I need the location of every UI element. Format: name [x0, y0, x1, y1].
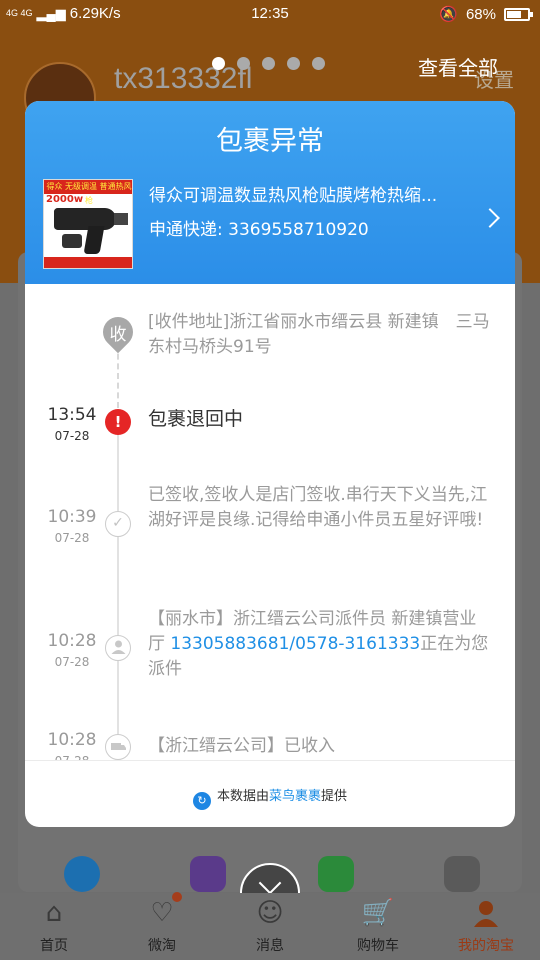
dialog-header[interactable]: 包裹异常 得众 无级调温 普通热风枪 2000w 得众可调温数显热风枪贴膜烤枪热…: [25, 101, 515, 284]
tracking-number: 申通快递: 3369558710920: [149, 220, 369, 240]
entry-text: 【丽水市】浙江缙云公司派件员 新建镇营业厅 13305883681/0578-3…: [148, 607, 492, 682]
nav-label: 我的淘宝: [458, 938, 514, 954]
bottom-navigation: ⌂ 首页 ♡ 微淘 ☺ 消息 🛒 购物车 我的淘宝: [0, 893, 540, 960]
status-bar: 4G 4G ▂▄▆ 6.29K/s 12:35 🔕 68%: [0, 0, 540, 28]
cainiao-logo-icon: ↻: [192, 792, 211, 810]
entry-text: 已签收,签收人是店门签收.串行天下义当先,江湖好评是良缘.记得给申通小件员五星好…: [148, 485, 488, 530]
product-name: 得众可调温数显热风枪贴膜烤枪热缩...: [149, 186, 438, 206]
footer-suffix: 提供: [321, 789, 348, 804]
logistics-timeline[interactable]: 收 [收件地址]浙江省丽水市缙云县 新建镇 三马东村马桥头91号 13:54 0…: [25, 284, 515, 760]
nav-my-taobao[interactable]: 我的淘宝: [432, 893, 540, 960]
entry-time: 13:54: [47, 405, 97, 425]
heat-gun-nozzle: [114, 213, 128, 225]
entry-date: 07-28: [54, 655, 90, 669]
entry-text: 包裹退回中: [148, 408, 244, 430]
pager-dot[interactable]: [287, 57, 300, 70]
cart-icon: 🛒: [361, 898, 395, 928]
office-phone-link[interactable]: 0578-3161333: [295, 634, 420, 654]
entry-time: 10:28: [47, 631, 97, 651]
timeline-connector: [117, 420, 119, 760]
heat-gun-accessory: [62, 234, 82, 248]
notification-dot: [172, 892, 182, 902]
entry-date: 07-28: [54, 531, 90, 545]
battery-icon: [504, 7, 533, 21]
pager-dots: [212, 57, 325, 70]
heat-gun-image: [54, 208, 116, 230]
cainiao-link[interactable]: 菜鸟裹裹: [269, 789, 321, 804]
chevron-right-icon[interactable]: [480, 208, 500, 228]
heat-gun-handle: [83, 226, 105, 254]
entry-text: 【浙江缙云公司】已收入: [148, 736, 335, 756]
view-all-link[interactable]: 查看全部: [418, 52, 498, 81]
app-shortcut-icon[interactable]: [64, 856, 100, 892]
home-icon: ⌂: [45, 898, 63, 928]
nav-weitao[interactable]: ♡ 微淘: [108, 893, 216, 960]
nav-label: 购物车: [357, 938, 399, 954]
app-shortcut-icon[interactable]: [190, 856, 226, 892]
nav-messages[interactable]: ☺ 消息: [216, 893, 324, 960]
nav-label: 首页: [40, 938, 68, 954]
entry-time: 10:39: [47, 507, 97, 527]
product-thumbnail[interactable]: 得众 无级调温 普通热风枪 2000w: [43, 179, 133, 269]
app-shortcut-icon[interactable]: [318, 856, 354, 892]
nav-label: 消息: [256, 938, 284, 954]
data-source-footer: ↻ 本数据由菜鸟裹裹提供: [25, 760, 515, 827]
pager-dot[interactable]: [312, 57, 325, 70]
thumbnail-footer-strip: [44, 257, 132, 268]
check-icon: ✓: [105, 511, 131, 537]
pager-dot[interactable]: [237, 57, 250, 70]
nav-cart[interactable]: 🛒 购物车: [324, 893, 432, 960]
timeline-connector-dashed: [117, 344, 119, 408]
heart-wave-icon: ♡: [150, 898, 174, 928]
person-icon: [105, 635, 131, 661]
entry-date: 07-28: [54, 429, 90, 443]
footer-prefix: 本数据由: [216, 789, 269, 804]
delivery-address: [收件地址]浙江省丽水市缙云县 新建镇 三马东村马桥头91号: [148, 312, 490, 357]
app-shortcut-icon[interactable]: [444, 856, 480, 892]
mute-bell-icon: 🔕: [439, 6, 458, 23]
nav-label: 微淘: [148, 938, 176, 954]
dialog-title: 包裹异常: [216, 126, 324, 157]
thumbnail-power: 2000w: [46, 194, 84, 205]
location-pin-label: 收: [109, 325, 127, 345]
message-icon: ☺: [256, 898, 284, 928]
battery-percent: 68%: [465, 5, 496, 23]
nav-home[interactable]: ⌂ 首页: [0, 893, 108, 960]
pager-dot[interactable]: [262, 57, 275, 70]
profile-icon: [469, 899, 503, 927]
entry-time: 10:28: [47, 730, 97, 750]
package-exception-dialog: 包裹异常 得众 无级调温 普通热风枪 2000w 得众可调温数显热风枪贴膜烤枪热…: [25, 101, 515, 827]
thumbnail-banner: 得众 无级调温 普通热风枪: [44, 180, 132, 205]
truck-icon: [105, 734, 131, 760]
courier-phone-link[interactable]: 13305883681: [170, 634, 289, 654]
pager-dot[interactable]: [212, 57, 225, 70]
alert-icon: !: [105, 409, 131, 435]
